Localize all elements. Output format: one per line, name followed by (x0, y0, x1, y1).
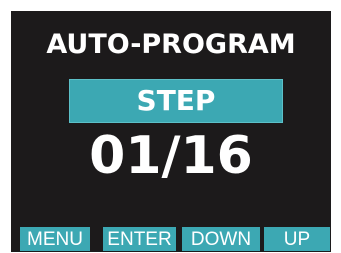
lcd-screen: AUTO-PROGRAM STEP 01/16 MENU ENTER DOWN … (11, 11, 331, 252)
menu-button[interactable]: MENU (20, 227, 90, 251)
down-button[interactable]: DOWN (182, 227, 260, 251)
step-label: STEP (136, 84, 216, 117)
enter-button[interactable]: ENTER (103, 227, 176, 251)
mode-title: AUTO-PROGRAM (46, 29, 296, 60)
step-counter: 01/16 (89, 126, 253, 186)
step-indicator: STEP (69, 79, 283, 123)
up-button[interactable]: UP (264, 227, 330, 251)
